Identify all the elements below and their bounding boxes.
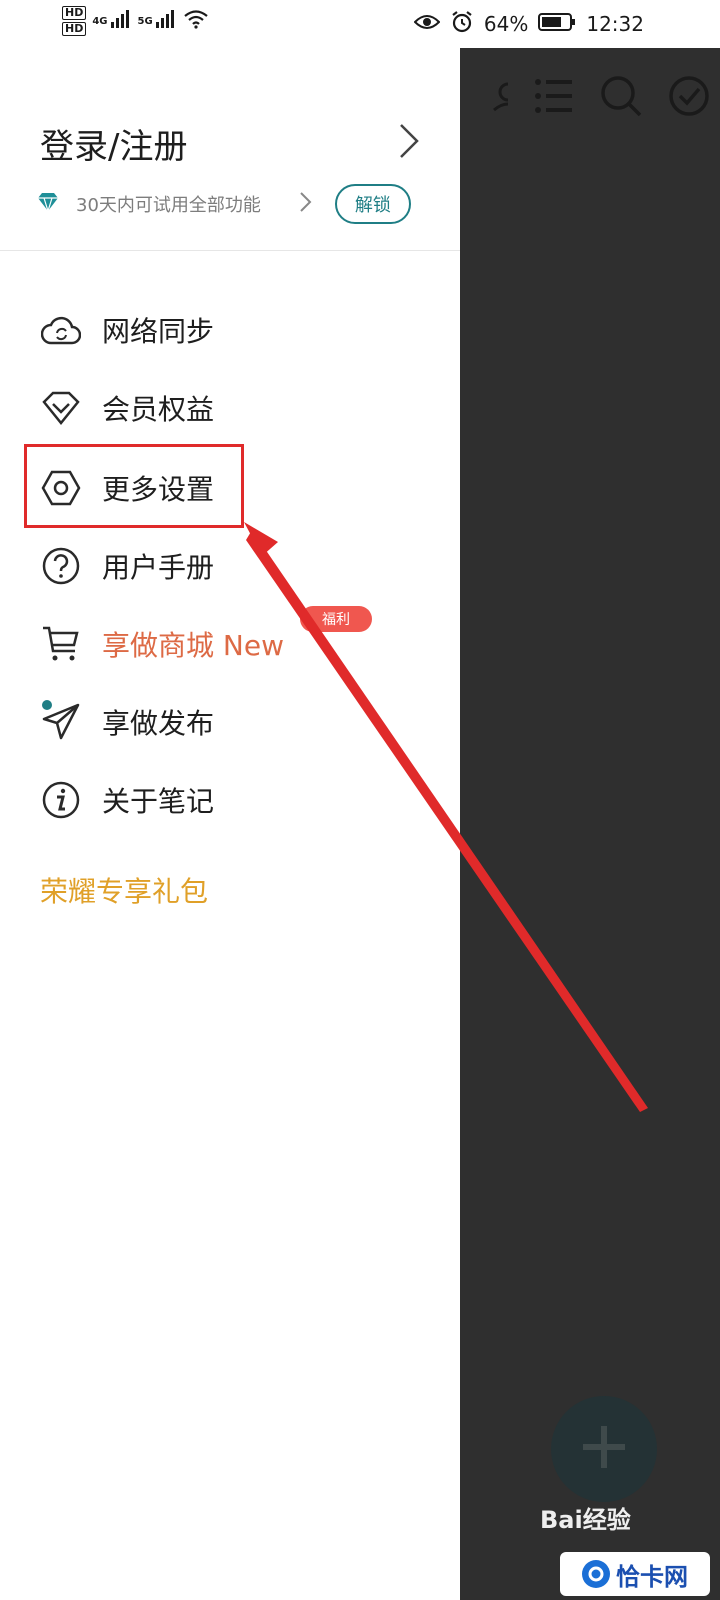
annotation-arrow [244, 522, 648, 1112]
site-watermark: 恰卡网 [560, 1552, 710, 1596]
baidu-watermark: Bai经验 [540, 1506, 631, 1534]
site-logo-icon [582, 1560, 610, 1588]
site-watermark-text: 恰卡网 [616, 1562, 688, 1591]
